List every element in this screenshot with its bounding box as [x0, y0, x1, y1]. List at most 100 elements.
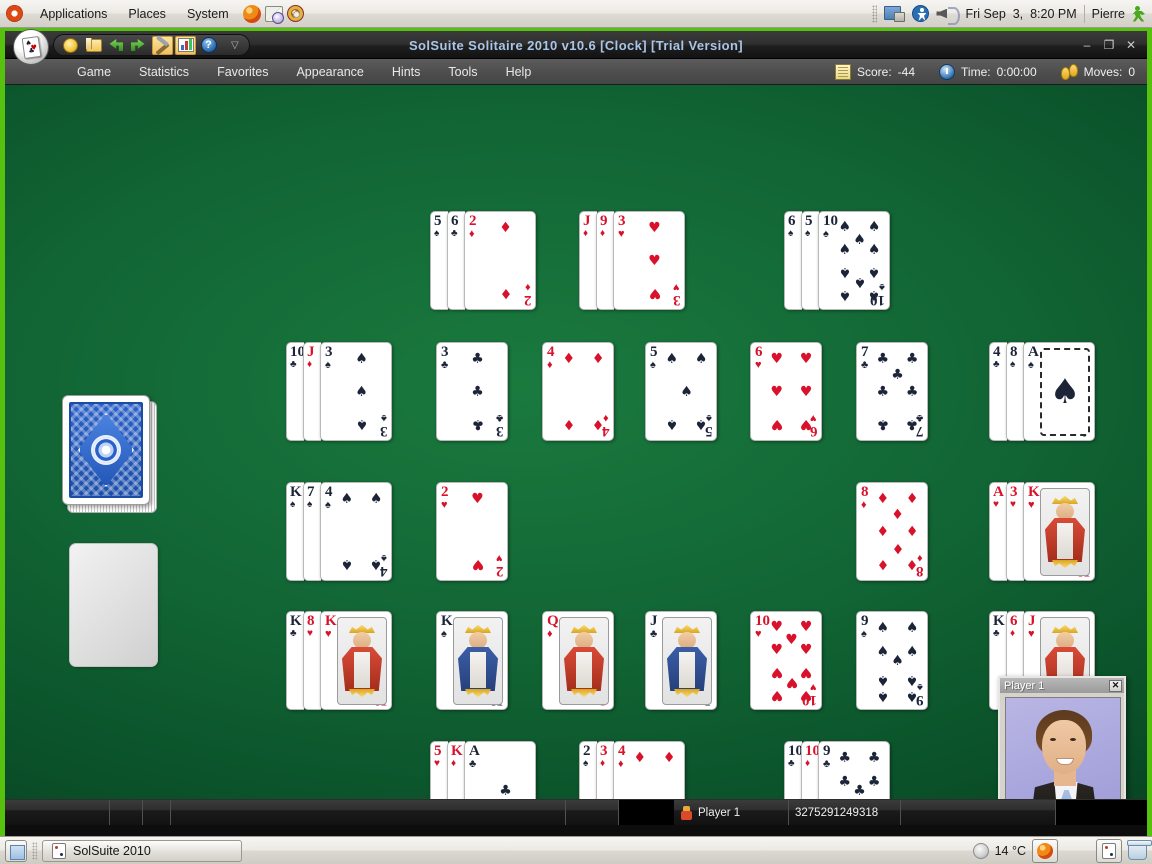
- playing-card[interactable]: K♥K♥: [320, 611, 392, 710]
- menu-places[interactable]: Places: [124, 4, 170, 24]
- menu-game[interactable]: Game: [63, 62, 125, 82]
- show-desktop-icon[interactable]: [5, 839, 27, 862]
- clock[interactable]: Fri Sep 3, 8:20 PM: [965, 7, 1076, 21]
- pile-under-card[interactable]: 4 ♣: [989, 342, 1007, 441]
- pile-under-card[interactable]: 2 ♠: [579, 741, 597, 799]
- status-indicators: Score: -44 Time: 0:00:00 Moves: 0: [834, 63, 1147, 80]
- panel-grip[interactable]: [872, 4, 878, 23]
- pile-under-card[interactable]: K ♦: [447, 741, 465, 799]
- playing-card[interactable]: 3 ♥ 3 ♥ ♥ ♥ ♥: [613, 211, 685, 310]
- card-pips: ♦♦♦♦: [633, 750, 676, 767]
- redo-icon[interactable]: [129, 36, 150, 55]
- playing-card[interactable]: 8 ♦ 8 ♦ ♦ ♦ ♦ ♦ ♦ ♦ ♦ ♦: [856, 482, 928, 581]
- pile-under-card[interactable]: 10 ♦: [801, 741, 819, 799]
- solsuite-icon[interactable]: [1096, 838, 1122, 863]
- pile-under-card[interactable]: 7 ♠: [303, 482, 321, 581]
- volume-icon[interactable]: [936, 6, 961, 25]
- pile-under-card[interactable]: 6 ♠: [784, 211, 802, 310]
- statistics-icon[interactable]: [175, 35, 196, 55]
- playing-card[interactable]: K♠K♠: [436, 611, 508, 710]
- pile-under-card[interactable]: J ♦: [579, 211, 597, 310]
- playing-card[interactable]: 3 ♠ 3 ♠ ♠ ♠ ♠: [320, 342, 392, 441]
- pile-under-card[interactable]: 3 ♥: [1006, 482, 1024, 581]
- mail-icon[interactable]: [264, 5, 284, 24]
- help-icon[interactable]: ?: [198, 36, 219, 55]
- pile-under-card[interactable]: 5 ♥: [430, 741, 448, 799]
- playing-card[interactable]: 10 ♠ 10 ♠ ♠ ♠ ♠ ♠ ♠ ♠ ♠ ♠ ♠ ♠: [818, 211, 890, 310]
- player-window-close-button[interactable]: ✕: [1109, 679, 1122, 692]
- playing-card[interactable]: 2 ♥ 2 ♥ ♥ ♥: [436, 482, 508, 581]
- playing-card[interactable]: A♣A♣♣: [464, 741, 536, 799]
- status-player-label: Player 1: [698, 806, 741, 819]
- playing-card[interactable]: A♠A♠♠: [1023, 342, 1095, 441]
- menu-hints[interactable]: Hints: [378, 62, 434, 82]
- maximize-button[interactable]: ❐: [1103, 39, 1115, 51]
- pile-under-card[interactable]: J ♦: [303, 342, 321, 441]
- player-photo-window[interactable]: Player 1 ✕: [998, 676, 1126, 799]
- user-name[interactable]: Pierre: [1092, 7, 1125, 21]
- pile-under-card[interactable]: 6 ♣: [447, 211, 465, 310]
- waste-pile[interactable]: [69, 543, 158, 667]
- menu-statistics[interactable]: Statistics: [125, 62, 203, 82]
- undo-icon[interactable]: [106, 36, 127, 55]
- pile-under-card[interactable]: K ♠: [286, 482, 304, 581]
- playing-card[interactable]: 5 ♠ 5 ♠ ♠ ♠ ♠ ♠ ♠: [645, 342, 717, 441]
- menu-system[interactable]: System: [183, 4, 233, 24]
- ubuntu-logo-icon[interactable]: [6, 5, 23, 22]
- menu-tools[interactable]: Tools: [434, 62, 491, 82]
- options-icon[interactable]: [152, 35, 173, 55]
- status-cell-3: [143, 800, 171, 825]
- playing-card[interactable]: 6 ♥ 6 ♥ ♥ ♥ ♥ ♥ ♥ ♥: [750, 342, 822, 441]
- firefox-icon[interactable]: [242, 4, 261, 23]
- close-button[interactable]: ✕: [1125, 39, 1137, 51]
- playing-card[interactable]: 2 ♦ 2 ♦ ♦ ♦: [464, 211, 536, 310]
- playing-card[interactable]: 9♣9♣♣♣♣♣♣♣♣♣♣: [818, 741, 890, 799]
- menu-favorites[interactable]: Favorites: [203, 62, 282, 82]
- title-bar[interactable]: ♠ ♥ ♣ ? ▽ SolSuite Solitaire 2010 v10.6 …: [5, 29, 1147, 65]
- game-table[interactable]: 5 ♠ 6 ♣ 2 ♦ 2 ♦ ♦ ♦ J ♦ 9 ♦ 3 ♥ 3 ♥ ♥ ♥ ♥ 6 ♠ 5 ♠ 10 ♠ 10 ♠ ♠ ♠ ♠ ♠ ♠ ♠ ♠ ♠ ♠…: [5, 85, 1147, 799]
- displays-icon[interactable]: [884, 5, 906, 22]
- pile-under-card[interactable]: 9 ♦: [596, 211, 614, 310]
- pile-under-card[interactable]: 8 ♠: [1006, 342, 1024, 441]
- trash-icon[interactable]: [1127, 839, 1152, 860]
- firefox-icon[interactable]: [1032, 838, 1058, 863]
- playing-card[interactable]: 3 ♣ 3 ♣ ♣ ♣ ♣: [436, 342, 508, 441]
- toolbar-overflow-icon[interactable]: ▽: [231, 40, 239, 51]
- playing-card[interactable]: Q♦Q♦: [542, 611, 614, 710]
- card-pips: ♠ ♠ ♠ ♠ ♠ ♠ ♠ ♠ ♠ ♠: [838, 218, 881, 304]
- pile-under-card[interactable]: 10 ♣: [784, 741, 802, 799]
- playing-card[interactable]: J♣J♣: [645, 611, 717, 710]
- pile-under-card[interactable]: 8 ♥: [303, 611, 321, 710]
- playing-card[interactable]: 4♦4♦♦♦♦♦: [613, 741, 685, 799]
- help-icon[interactable]: [286, 5, 304, 22]
- minimize-button[interactable]: –: [1081, 39, 1093, 51]
- pile-under-card[interactable]: K ♣: [286, 611, 304, 710]
- menu-help[interactable]: Help: [492, 62, 546, 82]
- playing-card[interactable]: 4♦4♦♦♦♦♦: [542, 342, 614, 441]
- menu-applications[interactable]: Applications: [36, 4, 111, 24]
- playing-card[interactable]: K♥K♥: [1023, 482, 1095, 581]
- playing-card[interactable]: 9 ♠ 9 ♠ ♠ ♠ ♠ ♠ ♠ ♠ ♠ ♠ ♠: [856, 611, 928, 710]
- status-cell-message: [171, 800, 566, 825]
- pile-under-card[interactable]: 10 ♣: [286, 342, 304, 441]
- playing-card[interactable]: 10 ♥ 10 ♥ ♥ ♥ ♥ ♥ ♥ ♥ ♥ ♥ ♥ ♥: [750, 611, 822, 710]
- pile-under-card[interactable]: A ♥: [989, 482, 1007, 581]
- playing-card[interactable]: 4 ♠ 4 ♠ ♠ ♠ ♠ ♠: [320, 482, 392, 581]
- runner-icon[interactable]: [1132, 5, 1146, 22]
- weather-icon[interactable]: [972, 842, 989, 859]
- pile-under-card[interactable]: 5 ♠: [801, 211, 819, 310]
- stock-pile[interactable]: [62, 395, 157, 513]
- open-folder-icon[interactable]: [83, 36, 104, 55]
- window-controls: – ❐ ✕: [1081, 39, 1147, 51]
- task-button-solsuite[interactable]: SolSuite 2010: [42, 839, 242, 862]
- player-window-titlebar[interactable]: Player 1 ✕: [1000, 678, 1124, 693]
- stock-top-card[interactable]: [62, 395, 150, 505]
- pile-under-card[interactable]: 3 ♦: [596, 741, 614, 799]
- pile-under-card[interactable]: 5 ♠: [430, 211, 448, 310]
- taskbar-grip[interactable]: [32, 841, 37, 860]
- playing-card[interactable]: 7 ♣ 7 ♣ ♣ ♣ ♣ ♣ ♣ ♣ ♣: [856, 342, 928, 441]
- menu-appearance[interactable]: Appearance: [282, 62, 377, 82]
- new-game-icon[interactable]: [60, 36, 81, 55]
- status-cell-player[interactable]: Player 1: [674, 800, 789, 825]
- accessibility-icon[interactable]: [912, 5, 930, 22]
